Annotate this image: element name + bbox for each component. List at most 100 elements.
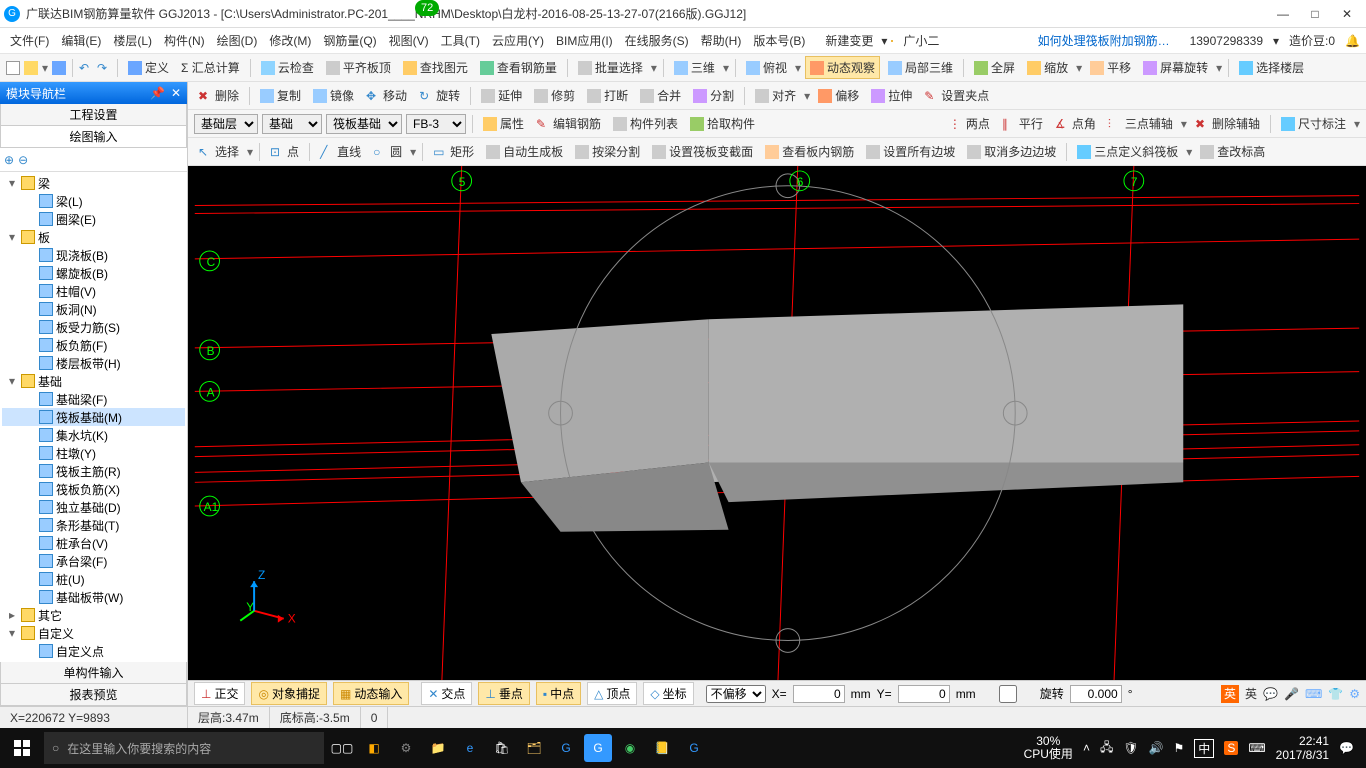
tray-keyboard-icon[interactable]: ⌨ xyxy=(1248,741,1265,755)
menu-floor[interactable]: 楼层(L) xyxy=(109,30,156,51)
extend-button[interactable]: 延伸 xyxy=(477,85,526,106)
select-button[interactable]: ↖选择 xyxy=(194,141,243,162)
tree-node-12[interactable]: 基础梁(F) xyxy=(2,390,185,408)
navigation-tree[interactable]: ▾梁梁(L)圈梁(E)▾板现浇板(B)螺旋板(B)柱帽(V)板洞(N)板受力筋(… xyxy=(0,172,187,662)
tray-up-icon[interactable]: ˄ xyxy=(1083,741,1090,755)
tray-sogou-icon[interactable]: S xyxy=(1224,741,1238,755)
beam-split-button[interactable]: 按梁分割 xyxy=(571,141,644,162)
tree-node-2[interactable]: 圈梁(E) xyxy=(2,210,185,228)
define-button[interactable]: 定义 xyxy=(124,57,173,78)
menu-modify[interactable]: 修改(M) xyxy=(265,30,315,51)
tb-app-3[interactable]: 📁 xyxy=(424,734,452,762)
tray-guard-icon[interactable]: 🛡 xyxy=(1123,741,1138,755)
menu-bim[interactable]: BIM应用(I) xyxy=(552,30,617,51)
tab-single-input[interactable]: 单构件输入 xyxy=(0,662,187,684)
zoom-button[interactable]: 缩放 xyxy=(1023,57,1072,78)
rotate-button[interactable]: ↻旋转 xyxy=(415,85,464,106)
pan-button[interactable]: 平移 xyxy=(1086,57,1135,78)
menu-view[interactable]: 视图(V) xyxy=(385,30,433,51)
tree-node-20[interactable]: 桩承台(V) xyxy=(2,534,185,552)
tab-draw-input[interactable]: 绘图输入 xyxy=(0,126,187,148)
tray-ime[interactable]: 中 xyxy=(1194,739,1214,758)
undo-icon[interactable]: ↶ xyxy=(79,61,93,75)
vertex-toggle[interactable]: △顶点 xyxy=(587,682,637,705)
tree-node-9[interactable]: 板负筋(F) xyxy=(2,336,185,354)
tree-node-1[interactable]: 梁(L) xyxy=(2,192,185,210)
cloud-check-button[interactable]: 云检查 xyxy=(257,57,318,78)
user-short[interactable]: 广小二 xyxy=(897,32,945,49)
auto-slab-button[interactable]: 自动生成板 xyxy=(482,141,567,162)
menu-cloud[interactable]: 云应用(Y) xyxy=(488,30,548,51)
tray-clock[interactable]: 22:41 2017/8/31 xyxy=(1276,734,1329,762)
cancel-slope-button[interactable]: 取消多边边坡 xyxy=(963,141,1060,162)
view-inner-button[interactable]: 查看板内钢筋 xyxy=(761,141,858,162)
start-button[interactable] xyxy=(4,732,40,764)
two-point-button[interactable]: ⋮两点 xyxy=(945,113,994,134)
view3d-button[interactable]: 三维 xyxy=(670,57,719,78)
tray-network-icon[interactable]: 🖧 xyxy=(1100,738,1113,759)
tree-node-11[interactable]: ▾基础 xyxy=(2,372,185,390)
tb-explorer[interactable]: 🗂 xyxy=(520,734,548,762)
menu-component[interactable]: 构件(N) xyxy=(160,30,209,51)
edit-rebar-button[interactable]: ✎编辑钢筋 xyxy=(532,113,605,134)
three-axis-button[interactable]: ⫶三点辅轴 xyxy=(1104,113,1177,134)
tree-node-7[interactable]: 板洞(N) xyxy=(2,300,185,318)
tree-node-26[interactable]: 自定义点 xyxy=(2,642,185,660)
menu-online[interactable]: 在线服务(S) xyxy=(621,30,693,51)
save-icon[interactable] xyxy=(52,61,66,75)
line-button[interactable]: ╱直线 xyxy=(316,141,365,162)
tb-app-2[interactable]: ⚙ xyxy=(392,734,420,762)
front-view-button[interactable]: 俯视 xyxy=(742,57,791,78)
offset-button[interactable]: 偏移 xyxy=(814,85,863,106)
rotate-screen-button[interactable]: 屏幕旋转 xyxy=(1139,57,1212,78)
3d-viewport[interactable]: 5 6 7 C B A A1 X Y Z xyxy=(188,166,1366,680)
component-list-button[interactable]: 构件列表 xyxy=(609,113,682,134)
check-elev-button[interactable]: 查改标高 xyxy=(1196,141,1269,162)
menu-version[interactable]: 版本号(B) xyxy=(749,30,809,51)
view-rebar-button[interactable]: 查看钢筋量 xyxy=(476,57,561,78)
rect-button[interactable]: ▭矩形 xyxy=(429,141,478,162)
point-angle-button[interactable]: ∡点角 xyxy=(1051,113,1100,134)
taskview-icon[interactable]: ▢▢ xyxy=(328,734,356,762)
delete-button[interactable]: ✖删除 xyxy=(194,85,243,106)
tree-node-5[interactable]: 螺旋板(B) xyxy=(2,264,185,282)
osnap-toggle[interactable]: ◎对象捕捉 xyxy=(251,682,327,705)
new-change-button[interactable]: 新建变更 xyxy=(821,30,877,51)
tb-app-g1[interactable]: G xyxy=(552,734,580,762)
align-button[interactable]: 对齐 xyxy=(751,85,800,106)
set-section-button[interactable]: 设置筏板变截面 xyxy=(648,141,757,162)
tree-node-3[interactable]: ▾板 xyxy=(2,228,185,246)
menu-edit[interactable]: 编辑(E) xyxy=(57,30,105,51)
move-button[interactable]: ✥移动 xyxy=(362,85,411,106)
tree-collapse-icon[interactable]: ⊖ xyxy=(18,153,28,167)
tree-node-6[interactable]: 柱帽(V) xyxy=(2,282,185,300)
delete-axis-button[interactable]: ✖删除辅轴 xyxy=(1191,113,1264,134)
help-link[interactable]: 如何处理筏板附加钢筋… xyxy=(1032,32,1176,49)
rotate-input[interactable] xyxy=(1070,685,1122,703)
tree-node-8[interactable]: 板受力筋(S) xyxy=(2,318,185,336)
tree-node-23[interactable]: 基础板带(W) xyxy=(2,588,185,606)
tree-node-10[interactable]: 楼层板带(H) xyxy=(2,354,185,372)
pick-component-button[interactable]: 拾取构件 xyxy=(686,113,759,134)
tree-node-18[interactable]: 独立基础(D) xyxy=(2,498,185,516)
instance-combo[interactable]: FB-3 xyxy=(406,114,466,134)
tray-flag-icon[interactable]: ⚑ xyxy=(1174,741,1185,755)
tray-notification-icon[interactable]: 💬 xyxy=(1339,741,1354,755)
taskbar-search[interactable]: ○ 在这里输入你要搜索的内容 xyxy=(44,732,324,764)
dynamic-view-button[interactable]: 动态观察 xyxy=(805,56,880,79)
offset-mode-combo[interactable]: 不偏移 xyxy=(706,685,766,703)
tb-app-g3[interactable]: G xyxy=(680,734,708,762)
tree-node-14[interactable]: 集水坑(K) xyxy=(2,426,185,444)
trim-button[interactable]: 修剪 xyxy=(530,85,579,106)
circle-button[interactable]: ○圆 xyxy=(369,141,406,162)
tree-node-25[interactable]: ▾自定义 xyxy=(2,624,185,642)
property-button[interactable]: 属性 xyxy=(479,113,528,134)
mirror-button[interactable]: 镜像 xyxy=(309,85,358,106)
fullscreen-button[interactable]: 全屏 xyxy=(970,57,1019,78)
perp-toggle[interactable]: ⊥垂点 xyxy=(478,682,529,705)
dyn-input-toggle[interactable]: ▦动态输入 xyxy=(333,682,409,705)
tb-app-4[interactable]: ◉ xyxy=(616,734,644,762)
find-button[interactable]: 查找图元 xyxy=(399,57,472,78)
menu-help[interactable]: 帮助(H) xyxy=(697,30,746,51)
tb-store[interactable]: 🛍 xyxy=(488,734,516,762)
